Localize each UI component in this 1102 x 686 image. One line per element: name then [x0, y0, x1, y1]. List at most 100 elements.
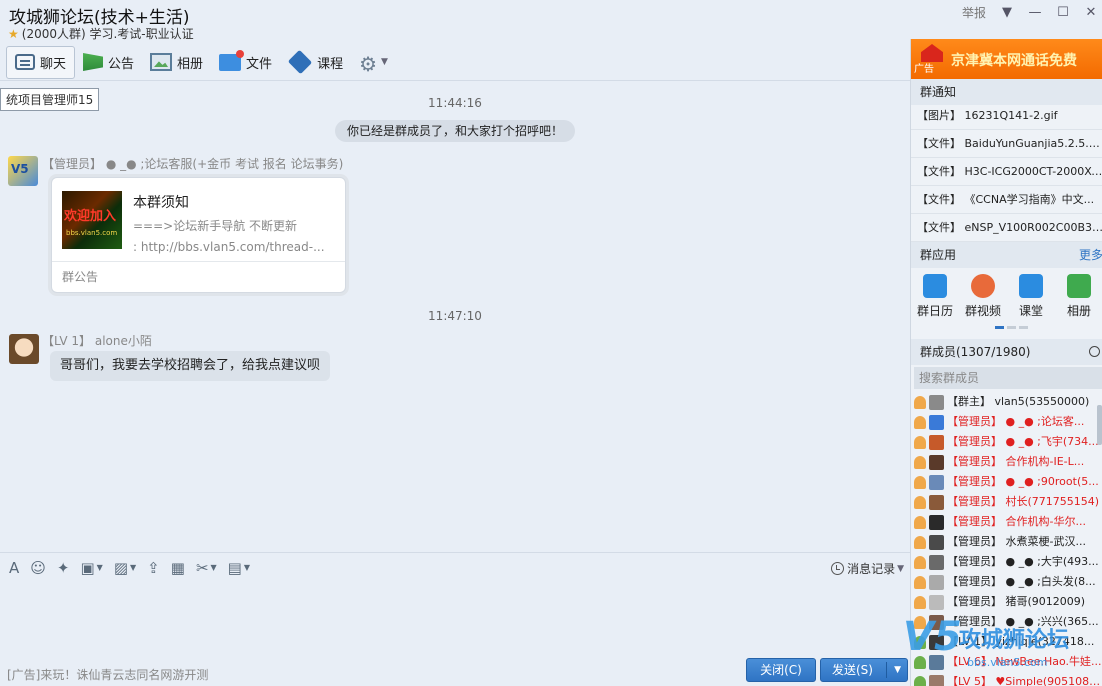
member-item[interactable]: 【管理员】 合作机构-IE-L... — [911, 452, 1102, 472]
person-icon — [914, 515, 926, 529]
avatar — [929, 434, 944, 450]
notice-item[interactable]: 【文件】 eNSP_V100R002C00B390_S... — [911, 214, 1102, 242]
close-icon[interactable]: ✕ — [1084, 5, 1098, 20]
report-button[interactable]: 举报 — [962, 4, 986, 21]
member-item[interactable]: 【管理员】 ● _● ;飞宇(734... — [911, 432, 1102, 452]
tab-chat[interactable]: 聊天 — [6, 45, 76, 79]
app-label: 课堂 — [1018, 304, 1043, 318]
page-dot[interactable] — [1019, 326, 1028, 329]
member-name: 【管理员】 猪哥(9012009) — [947, 595, 1086, 608]
message-sender[interactable]: 【管理员】 ● _● ;论坛客服(+金币 考试 报名 论坛事务) — [42, 155, 343, 172]
emoji-icon[interactable]: ☺ — [30, 559, 46, 577]
main-toolbar: 聊天 公告 相册 文件 课程 ⚙ ▼ — [0, 44, 910, 81]
tab-notice[interactable]: 公告 — [75, 46, 142, 79]
person-icon — [914, 475, 926, 489]
system-message: 你已经是群成员了，和大家打个招呼吧！ — [335, 120, 576, 142]
app-calendar[interactable]: 群日历 — [911, 270, 959, 328]
member-item[interactable]: 【群主】 vlan5(53550000) — [911, 392, 1102, 412]
scissors-icon[interactable]: ✂ ▼ — [196, 559, 217, 577]
watermark-url: bbs.vlan5.com — [967, 656, 1048, 669]
video-icon — [971, 274, 995, 298]
chat-icon — [15, 54, 35, 70]
tab-notice-label: 公告 — [108, 56, 135, 72]
message-history-button[interactable]: 消息记录 ▼ — [831, 560, 904, 577]
message-sender[interactable]: 【LV 1】 alone小陌 — [42, 332, 152, 349]
card-footer: 群公告 — [52, 261, 345, 292]
member-name: 【管理员】 ● _● ;白头发(8... — [947, 575, 1096, 588]
avatar[interactable] — [9, 334, 39, 364]
app-classroom[interactable]: 课堂 — [1007, 270, 1055, 328]
app-album[interactable]: 相册 — [1055, 270, 1102, 328]
members-header: 群成员(1307/1980) — [911, 339, 1102, 365]
font-icon[interactable]: A — [9, 559, 19, 577]
image-icon[interactable]: ▨ ▼ — [114, 559, 136, 577]
gif-icon[interactable]: ▣ ▼ — [80, 559, 102, 577]
person-icon — [914, 435, 926, 449]
ad-link[interactable]: [广告]来玩！诛仙青云志同名网游开测 — [7, 666, 208, 683]
watermark-name: 攻城狮论坛 — [959, 628, 1070, 653]
folder-icon — [219, 49, 245, 71]
member-item[interactable]: 【管理员】 合作机构-华尔... — [911, 512, 1102, 532]
clock-icon — [831, 562, 845, 575]
calendar-icon — [923, 274, 947, 298]
member-item[interactable]: 【管理员】 水煮菜梗-武汉... — [911, 532, 1102, 552]
notice-card[interactable]: 本群须知 ===>论坛新手导航 不断更新 : http://bbs.vlan5.… — [51, 177, 346, 293]
page-dots — [995, 326, 1028, 329]
gift-icon[interactable]: ▦ — [171, 559, 185, 577]
search-icon[interactable] — [1089, 346, 1100, 357]
person-icon — [914, 455, 926, 469]
person-icon — [914, 575, 926, 589]
notice-item[interactable]: 【文件】 H3C-ICG2000CT-2000X-CM... — [911, 158, 1102, 186]
tab-course[interactable]: 课程 — [280, 46, 351, 79]
chevron-down-icon[interactable]: ▼ — [894, 659, 901, 681]
ad-banner[interactable]: 广告 京津冀本网通话免费 — [911, 39, 1102, 79]
minimize-icon[interactable]: — — [1028, 5, 1042, 20]
member-item[interactable]: 【管理员】 ● _● ;论坛客... — [911, 412, 1102, 432]
member-item[interactable]: 【管理员】 ● _● ;大宇(493... — [911, 552, 1102, 572]
group-subtitle: ★ (2000人群) 学习.考试-职业认证 — [8, 25, 194, 42]
maximize-icon[interactable]: ☐ — [1056, 5, 1070, 20]
person-icon — [914, 555, 926, 569]
dropdown-icon[interactable]: ▼ — [1000, 5, 1014, 20]
card-link[interactable]: : http://bbs.vlan5.com/thread-... — [133, 237, 333, 258]
tab-album[interactable]: 相册 — [142, 46, 211, 79]
upload-icon[interactable]: ⇪ — [147, 559, 160, 577]
settings-menu[interactable]: ⚙ ▼ — [351, 46, 396, 79]
page-dot[interactable] — [995, 326, 1004, 329]
member-name: 【管理员】 水煮菜梗-武汉... — [947, 535, 1086, 548]
avatar[interactable] — [8, 156, 38, 186]
avatar — [929, 534, 944, 550]
member-name: 【管理员】 ● _● ;90root(5... — [947, 475, 1099, 488]
card-line: ===>论坛新手导航 不断更新 — [133, 219, 298, 233]
member-item[interactable]: 【管理员】 ● _● ;白头发(8... — [911, 572, 1102, 592]
screenshot-icon[interactable]: ▤ ▼ — [228, 559, 250, 577]
notice-item[interactable]: 【文件】 BaiduYunGuanjia5.2.5.7_Sp... — [911, 130, 1102, 158]
divider — [886, 662, 887, 678]
chevron-down-icon: ▼ — [381, 57, 388, 67]
tab-file[interactable]: 文件 — [211, 46, 280, 79]
member-item[interactable]: 【管理员】 猪哥(9012009) — [911, 592, 1102, 612]
avatar — [929, 574, 944, 590]
member-name: 【管理员】 合作机构-IE-L... — [947, 455, 1085, 468]
scrollbar[interactable] — [1097, 405, 1102, 445]
magic-icon[interactable]: ✦ — [57, 559, 70, 577]
avatar — [929, 494, 944, 510]
page-dot[interactable] — [1007, 326, 1016, 329]
tab-file-label: 文件 — [246, 56, 273, 72]
app-video[interactable]: 群视频 — [959, 270, 1007, 328]
send-button[interactable]: 发送(S) ▼ — [820, 658, 908, 682]
member-item[interactable]: 【管理员】 村长(771755154) — [911, 492, 1102, 512]
watermark-v5: V5 — [903, 614, 962, 660]
members-header-label: 群成员(1307/1980) — [920, 345, 1031, 359]
message-input[interactable] — [0, 583, 910, 653]
notice-item[interactable]: 【图片】 16231Q141-2.gif — [911, 102, 1102, 130]
close-button[interactable]: 关闭(C) — [746, 658, 816, 682]
notice-item[interactable]: 【文件】 《CCNA学习指南》中文... — [911, 186, 1102, 214]
avatar — [929, 514, 944, 530]
member-item[interactable]: 【管理员】 ● _● ;90root(5... — [911, 472, 1102, 492]
apps-more-link[interactable]: 更多 — [1079, 242, 1102, 268]
avatar — [929, 594, 944, 610]
member-search-input[interactable]: 搜索群成员 — [914, 367, 1102, 389]
member-name: 【管理员】 合作机构-华尔... — [947, 515, 1086, 528]
chat-area[interactable]: 统项目管理师15 11:44:16 你已经是群成员了，和大家打个招呼吧！ 【管理… — [0, 82, 910, 552]
